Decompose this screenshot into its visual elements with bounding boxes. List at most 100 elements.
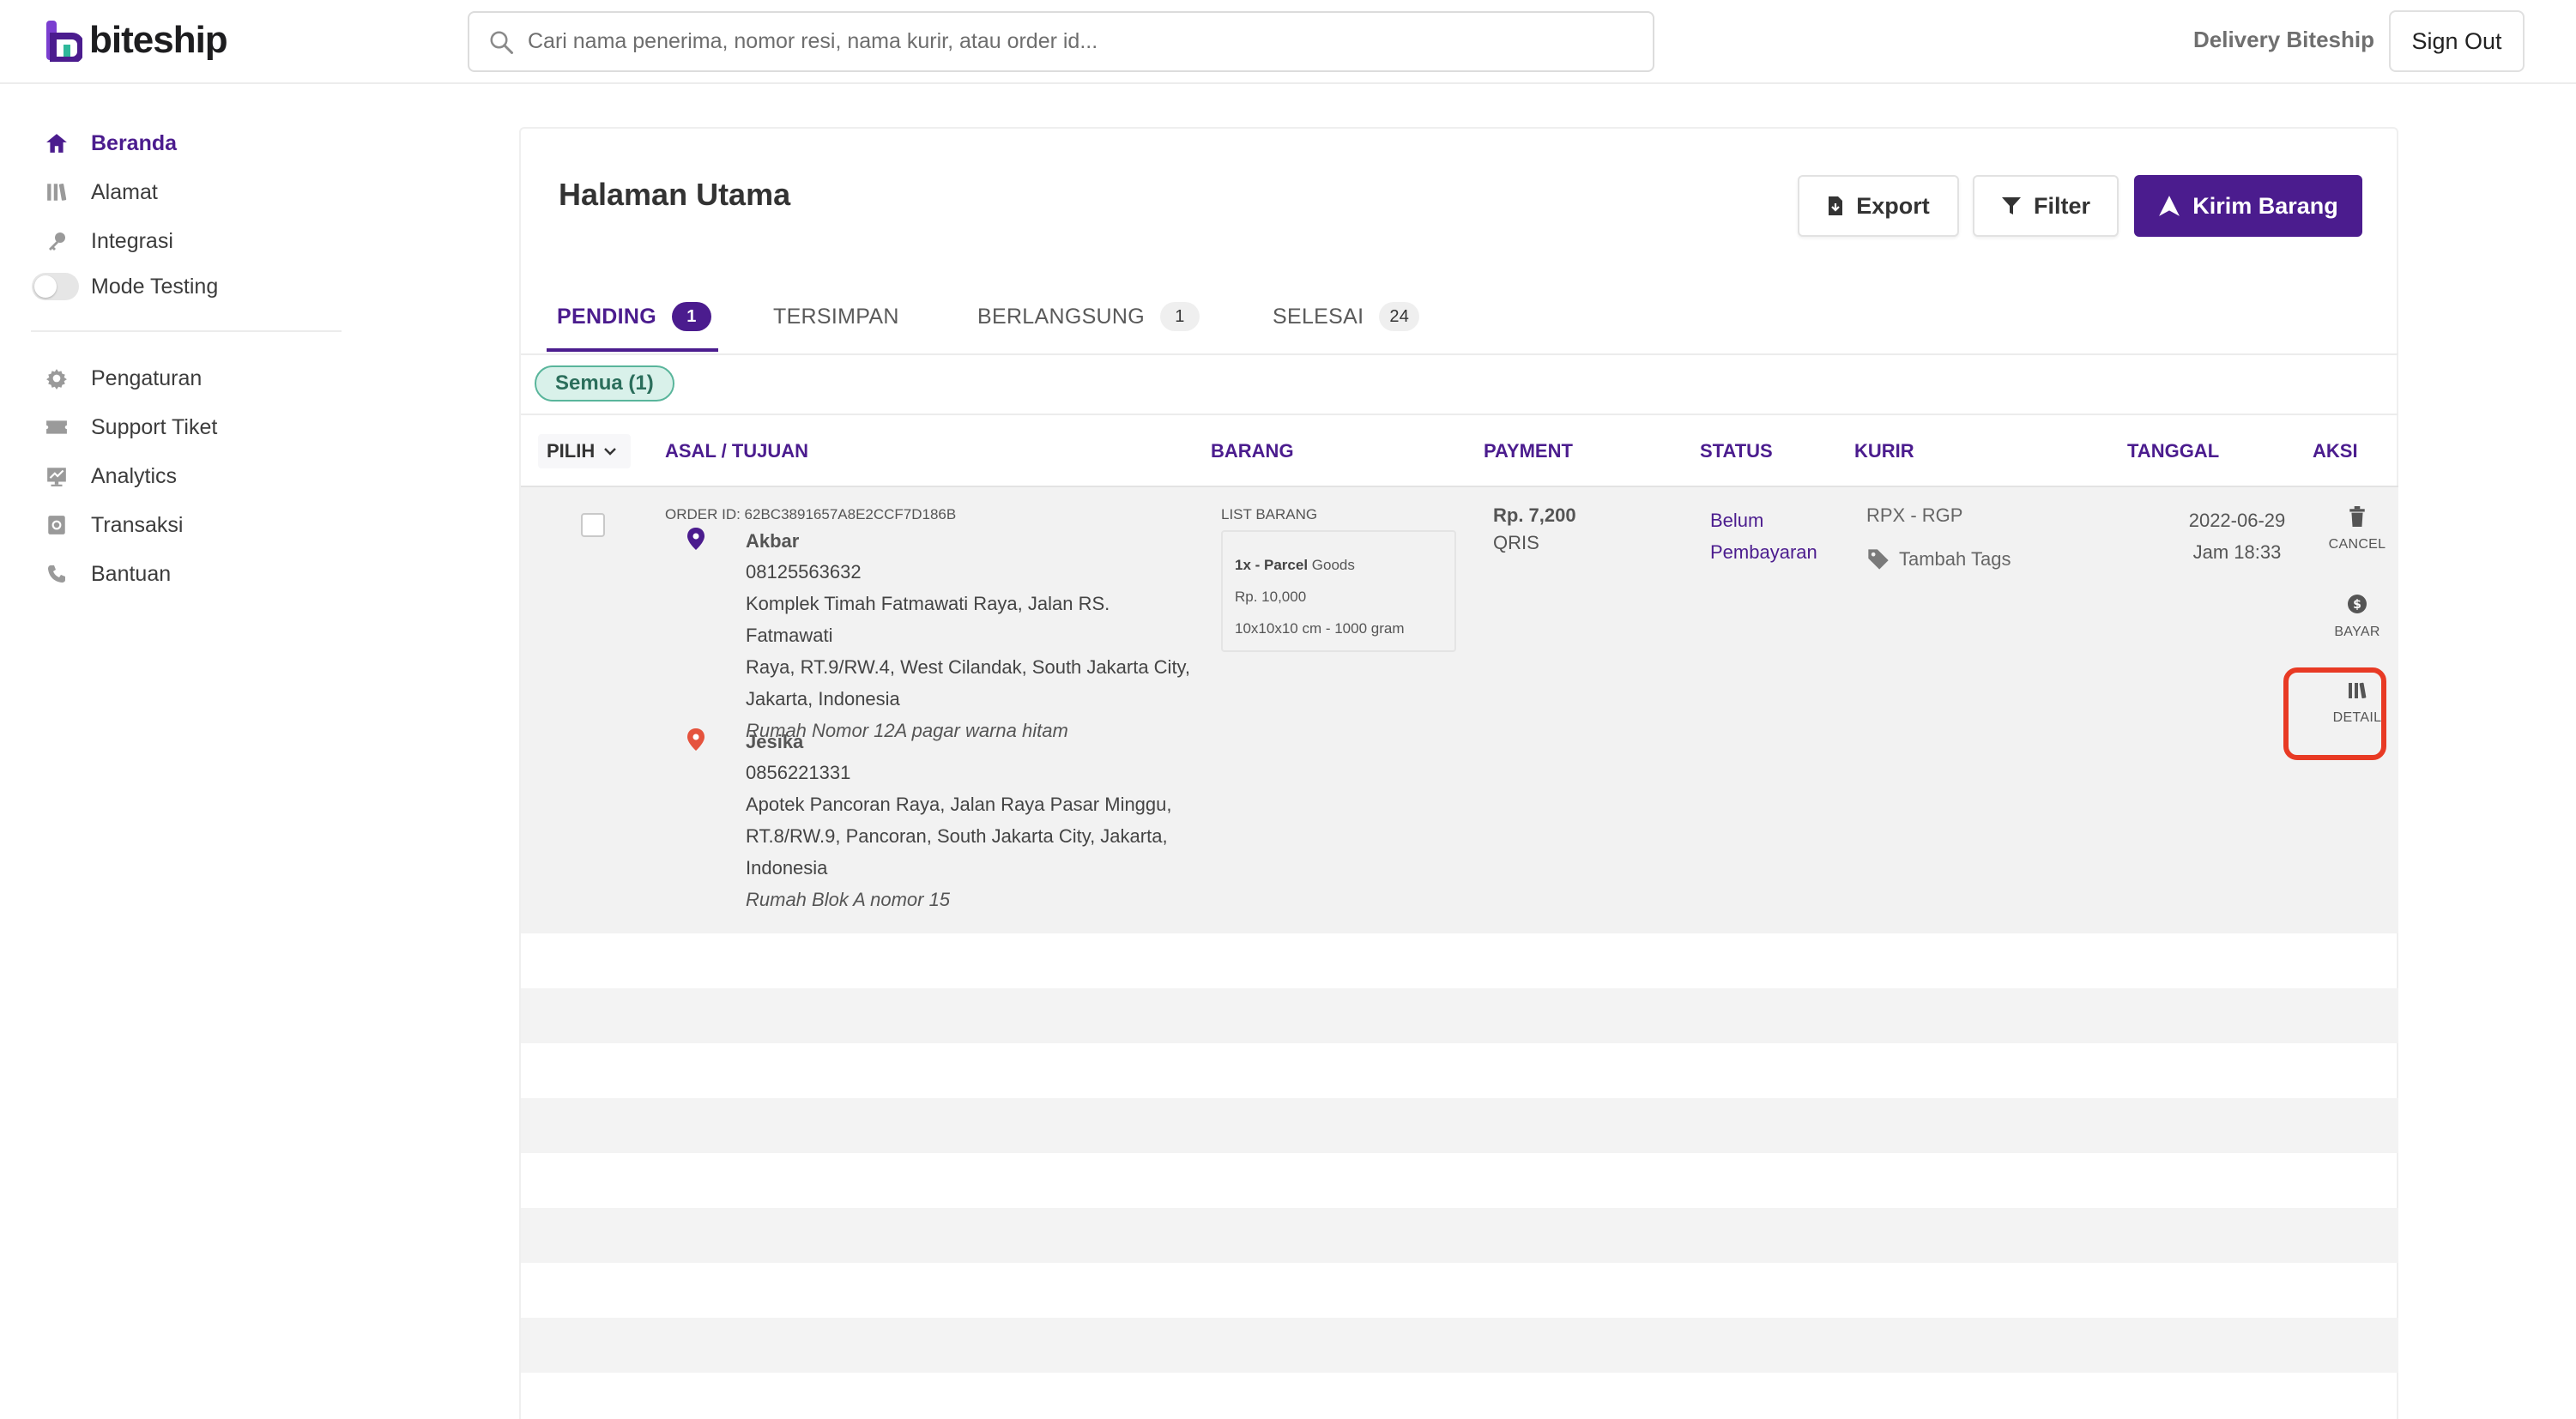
sidebar-item-label: Transaksi [91,512,184,537]
payment-amount: Rp. 7,200 [1493,504,1576,526]
destination-note: Rumah Blok A nomor 15 [746,889,951,910]
delivery-biteship-link[interactable]: Delivery Biteship [2193,27,2374,53]
filter-chip-semua[interactable]: Semua (1) [535,365,674,402]
trash-icon [2349,506,2365,527]
destination-pin-icon [687,728,704,751]
sidebar-item-label: Support Tiket [91,414,218,439]
sidebar-divider [31,330,342,332]
origin-address-line2: Raya, RT.9/RW.4, West Cilandak, South Ja… [746,656,1191,678]
active-tab-indicator [547,348,718,352]
column-kurir: KURIR [1854,440,1914,462]
list-barang-title: LIST BARANG [1221,506,1318,522]
tab-label: SELESAI [1273,304,1364,329]
origin-name: Akbar [746,530,800,552]
column-barang: BARANG [1211,440,1294,462]
kurir-service: RPX - RGP [1866,504,1963,526]
destination-address-line2: RT.8/RW.9, Pancoran, South Jakarta City,… [746,825,1168,847]
tambah-tags-label: Tambah Tags [1899,548,2011,570]
order-date: 2022-06-29 Jam 18:33 [2143,504,2331,568]
search-input[interactable] [528,29,1609,54]
mode-testing-toggle[interactable] [32,273,79,300]
tab-selesai[interactable]: SELESAI 24 [1273,281,1420,352]
tab-count: 24 [1379,302,1420,331]
tab-tersimpan[interactable]: TERSIMPAN [773,281,899,352]
destination-name: Jesika [746,731,804,752]
order-status: Belum Pembayaran [1710,504,1839,568]
column-payment: PAYMENT [1484,440,1573,462]
sidebar-item-label: Mode Testing [91,274,219,299]
receipt-icon [34,515,79,535]
tabs-divider [521,353,2398,355]
sidebar-item-support-tiket[interactable]: Support Tiket [34,406,343,449]
search-icon [490,31,513,54]
kirim-barang-label: Kirim Barang [2192,192,2338,219]
pilih-dropdown[interactable]: PILIH [538,434,632,468]
destination-phone: 0856221331 [746,762,851,783]
sidebar-item-pengaturan[interactable]: Pengaturan [34,357,343,400]
barang-card: 1x - Parcel Goods Rp. 10,000 10x10x10 cm… [1221,530,1456,652]
empty-row [521,1318,2398,1373]
order-id: ORDER ID: 62BC3891657A8E2CCF7D186B [665,506,957,522]
phone-icon [34,564,79,584]
tab-count: 1 [672,302,712,331]
sidebar-item-label: Pengaturan [91,365,203,390]
search-bar[interactable] [468,11,1654,72]
bayar-label: BAYAR [2334,625,2380,639]
cancel-label: CANCEL [2328,537,2386,552]
filter-button[interactable]: Filter [1973,175,2119,237]
table-header: PILIH ASAL / TUJUAN BARANG PAYMENT STATU… [521,415,2398,487]
file-download-icon [1829,196,1843,215]
home-icon [34,133,79,154]
chart-icon [34,466,79,486]
chevron-down-icon [604,448,617,456]
sidebar-item-alamat[interactable]: Alamat [34,171,343,214]
logo-text: biteship [89,19,228,61]
destination-details: 0856221331 Apotek Pancoran Raya, Jalan R… [746,757,1192,915]
svg-text:$: $ [2353,598,2361,612]
filter-icon [2001,197,2021,214]
sidebar-item-beranda[interactable]: Beranda [34,122,343,165]
tab-count: 1 [1160,302,1200,331]
row-checkbox[interactable] [581,513,605,537]
date-value: 2022-06-29 [2188,510,2286,531]
column-asal-tujuan: ASAL / TUJUAN [665,440,809,462]
tab-berlangsung[interactable]: BERLANGSUNG 1 [977,281,1200,352]
sidebar-item-mode-testing[interactable]: Mode Testing [32,265,343,308]
barang-price: Rp. 10,000 [1235,589,1307,605]
sign-out-button[interactable]: Sign Out [2389,10,2525,72]
biteship-logo[interactable]: biteship [45,19,228,62]
tab-pending[interactable]: PENDING 1 [557,281,712,352]
sidebar-item-integrasi[interactable]: Integrasi [34,220,343,263]
column-status: STATUS [1700,440,1773,462]
export-button[interactable]: Export [1798,175,1959,237]
status-line1: Belum [1710,510,1764,531]
tag-icon [1868,549,1889,570]
origin-address-line3: Jakarta, Indonesia [746,688,900,710]
pilih-label: PILIH [547,440,596,462]
cancel-action[interactable]: CANCEL [2306,506,2409,553]
sidebar-item-label: Beranda [91,130,178,155]
send-icon [2159,196,2180,216]
kirim-barang-button[interactable]: Kirim Barang [2134,175,2362,237]
tab-label: PENDING [557,304,657,329]
sidebar-item-label: Bantuan [91,561,172,586]
top-bar: biteship Delivery Biteship Sign Out [0,0,2576,84]
column-aksi: AKSI [2313,440,2358,462]
origin-note: Rumah Nomor 12A pagar warna hitam [746,720,1068,741]
sidebar-item-bantuan[interactable]: Bantuan [34,553,343,595]
bayar-action[interactable]: $ BAYAR [2306,594,2409,640]
tambah-tags-button[interactable]: Tambah Tags [1866,547,2011,571]
main-card: Halaman Utama Export Filter Kirim Barang… [519,127,2398,1419]
tab-label: TERSIMPAN [773,304,899,329]
book-icon [34,182,79,202]
sidebar-item-transaksi[interactable]: Transaksi [34,504,343,546]
sidebar-item-analytics[interactable]: Analytics [34,455,343,498]
payment-method: QRIS [1493,532,1539,553]
export-label: Export [1856,192,1930,219]
column-tanggal: TANGGAL [2127,440,2220,462]
destination-address-line3: Indonesia [746,857,828,879]
barang-qty-name: 1x - Parcel [1235,557,1309,573]
barang-item: 1x - Parcel Goods [1235,549,1442,581]
sidebar-item-label: Analytics [91,463,178,488]
status-tabs: PENDING 1 TERSIMPAN BERLANGSUNG 1 SELESA… [547,281,2374,352]
